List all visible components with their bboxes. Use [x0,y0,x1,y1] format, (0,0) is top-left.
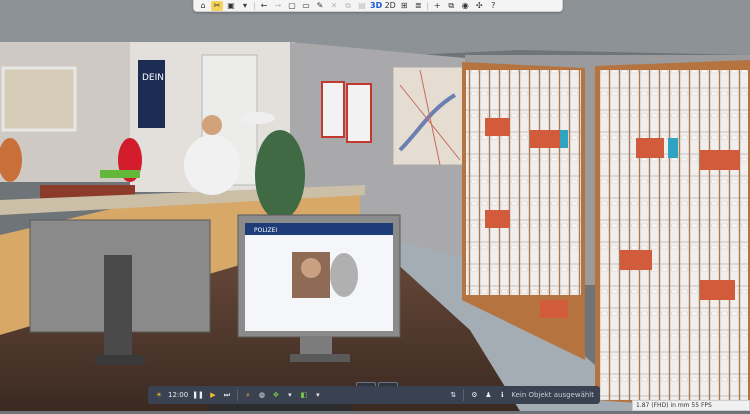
search-icon[interactable]: ⌕ [243,388,253,402]
arrows-icon[interactable]: ✥ [271,388,281,402]
screen-header: POLIZEI [254,227,277,234]
paste-icon[interactable]: ▤ [356,1,368,11]
view-3d-button[interactable]: 3D [370,1,382,11]
bottom-toolbar: ☀ 12:00 ❚❚ ▶ ⏭ ⌕ ◍ ✥ ▾ ◧ ▾ ⇅ ⚙ ♟ ℹ Kein … [148,386,600,404]
view-2d-button[interactable]: 2D [384,1,396,11]
layers-icon[interactable]: ≣ [412,1,424,11]
sun-icon[interactable]: ☀ [154,388,164,402]
camera-icon[interactable]: ◉ [459,1,471,11]
toolbar-divider [427,1,429,10]
grid-icon[interactable]: ⊞ [398,1,410,11]
person-icon[interactable]: ♟ [483,388,493,402]
bottom-divider [463,389,465,401]
skip-icon[interactable]: ⏭ [222,388,232,402]
info-icon[interactable]: ℹ [497,388,507,402]
layers-icon[interactable]: ◧ [299,388,309,402]
bottom-divider [236,389,238,401]
add-icon[interactable]: + [431,1,443,11]
help-icon[interactable]: ? [487,1,499,11]
folder-icon[interactable]: ▭ [300,1,312,11]
home-icon[interactable]: ⌂ [197,1,209,11]
save-icon[interactable]: ▣ [225,1,237,11]
copy-icon[interactable]: ⧉ [342,1,354,11]
tools-icon[interactable]: ✂ [211,0,223,11]
gear-icon[interactable]: ⚙ [469,388,479,402]
puzzle-icon[interactable]: ✣ [473,1,485,11]
play-icon[interactable]: ▶ [208,388,218,402]
office-scene: DEIN POLIZEI [0,0,750,411]
time-display[interactable]: 12:00 [168,388,188,402]
selection-status: Kein Objekt ausgewählt [511,391,594,399]
3d-viewport[interactable]: DEIN POLIZEI [0,0,750,411]
top-toolbar: ⌂ ✂ ▣ ▾ ← → ▢ ▭ ✎ ✕ ⧉ ▤ 3D 2D ⊞ ≣ + ⧉ ◉ … [193,0,563,12]
chevron-down-icon[interactable]: ▾ [285,388,295,402]
sliders-icon[interactable]: ⇅ [448,388,458,402]
poster-text: DEIN [142,73,164,83]
redo-icon[interactable]: → [272,1,284,11]
pause-icon[interactable]: ❚❚ [192,388,204,402]
chevron-down-icon[interactable]: ▾ [239,1,251,11]
new-file-icon[interactable]: ▢ [286,1,298,11]
chevron-down-icon[interactable]: ▾ [313,388,323,402]
toolbar-divider [254,1,255,10]
undo-icon[interactable]: ← [258,1,270,11]
delete-icon[interactable]: ✕ [328,1,340,11]
globe-icon[interactable]: ◍ [257,388,267,402]
status-readout: 1.87 (FHD) in mm 55 FPS [632,400,750,411]
duplicate-icon[interactable]: ⧉ [445,1,457,11]
pen-icon[interactable]: ✎ [314,1,326,11]
